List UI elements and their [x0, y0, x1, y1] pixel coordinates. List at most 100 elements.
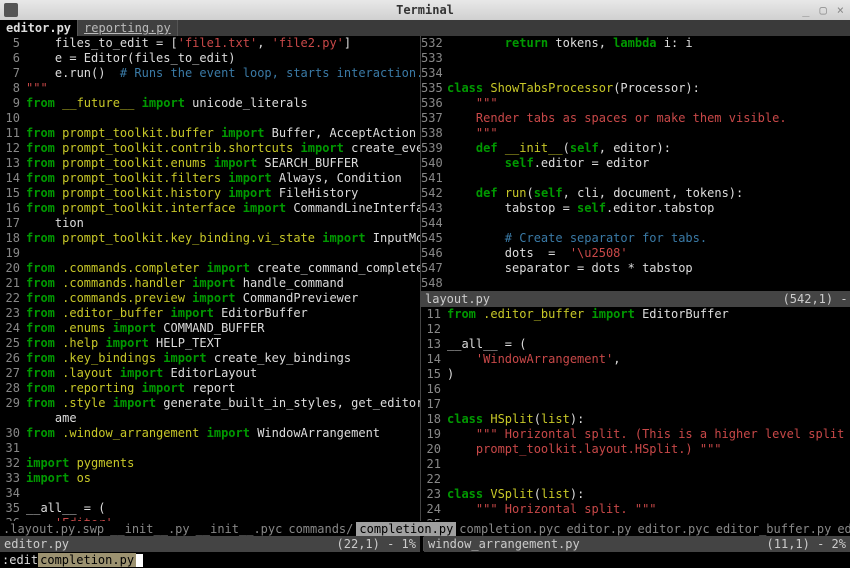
completion-item[interactable]: editor.py	[563, 522, 634, 536]
line-number: 27	[0, 366, 26, 381]
completion-item[interactable]: __init__.pyc	[193, 522, 286, 536]
code-line[interactable]: 16	[421, 382, 850, 397]
code-line[interactable]: 21	[421, 457, 850, 472]
code-line[interactable]: 14from prompt_toolkit.filters import Alw…	[0, 171, 420, 186]
code-line[interactable]: 21from .commands.handler import handle_c…	[0, 276, 420, 291]
code-line[interactable]: 12	[421, 322, 850, 337]
code-line[interactable]: 30from .window_arrangement import Window…	[0, 426, 420, 441]
code-line[interactable]: 15)	[421, 367, 850, 382]
code-line[interactable]: 16from prompt_toolkit.interface import C…	[0, 201, 420, 216]
app-icon	[4, 3, 18, 17]
code-line[interactable]: 32import pygments	[0, 456, 420, 471]
file-tab[interactable]: reporting.py	[78, 20, 178, 36]
file-tab-bar: editor.pyreporting.py	[0, 20, 850, 36]
code-line[interactable]: 19	[0, 246, 420, 261]
line-number: 8	[0, 81, 26, 96]
code-line[interactable]: 535class ShowTabsProcessor(Processor):	[421, 81, 850, 96]
code-line[interactable]: 536 """	[421, 96, 850, 111]
code-line[interactable]: 29from .style import generate_built_in_s…	[0, 396, 420, 411]
code-line[interactable]: 24from .enums import COMMAND_BUFFER	[0, 321, 420, 336]
code-line[interactable]: 541	[421, 171, 850, 186]
code-line[interactable]: 545 # Create separator for tabs.	[421, 231, 850, 246]
code-line[interactable]: 540 self.editor = editor	[421, 156, 850, 171]
line-number: 6	[0, 51, 26, 66]
code-line[interactable]: 548	[421, 276, 850, 291]
completion-item[interactable]: editor_buffer.py	[713, 522, 835, 536]
code-line[interactable]: 8"""	[0, 81, 420, 96]
code-line[interactable]: 12from prompt_toolkit.contrib.shortcuts …	[0, 141, 420, 156]
code-line[interactable]: 532 return tokens, lambda i: i	[421, 36, 850, 51]
line-number: 24	[0, 321, 26, 336]
code-line[interactable]: 544	[421, 216, 850, 231]
code-line[interactable]: 18class HSplit(list):	[421, 412, 850, 427]
completion-popup[interactable]: .layout.py.swp__init__.py__init__.pyccom…	[0, 521, 850, 536]
code-line[interactable]: 13__all__ = (	[421, 337, 850, 352]
code-line[interactable]: 9from __future__ import unicode_literals	[0, 96, 420, 111]
code-line[interactable]: 543 tabstop = self.editor.tabstop	[421, 201, 850, 216]
code-line[interactable]: 22	[421, 472, 850, 487]
line-number: 12	[421, 322, 447, 337]
close-icon[interactable]: ×	[837, 3, 844, 17]
line-number: 18	[0, 231, 26, 246]
code-line[interactable]: 27from .layout import EditorLayout	[0, 366, 420, 381]
code-line[interactable]: 18from prompt_toolkit.key_binding.vi_sta…	[0, 231, 420, 246]
code-area-right-bottom[interactable]: 11from .editor_buffer import EditorBuffe…	[421, 307, 850, 521]
window-title: Terminal	[396, 3, 454, 17]
code-line[interactable]: 22from .commands.preview import CommandP…	[0, 291, 420, 306]
code-line[interactable]: 25from .help import HELP_TEXT	[0, 336, 420, 351]
code-line[interactable]: 11from .editor_buffer import EditorBuffe…	[421, 307, 850, 322]
line-number: 23	[0, 306, 26, 321]
completion-item[interactable]: completion.pyc	[456, 522, 563, 536]
code-area-left[interactable]: 5 files_to_edit = ['file1.txt', 'file2.p…	[0, 36, 420, 521]
code-line[interactable]: 26from .key_bindings import create_key_b…	[0, 351, 420, 366]
code-line[interactable]: 7 e.run() # Runs the event loop, starts …	[0, 66, 420, 81]
code-line[interactable]: 19 """ Horizontal split. (This is a high…	[421, 427, 850, 442]
code-line[interactable]: 546 dots = '\u2508'	[421, 246, 850, 261]
code-line[interactable]: 17	[421, 397, 850, 412]
code-line[interactable]: 5 files_to_edit = ['file1.txt', 'file2.p…	[0, 36, 420, 51]
code-line[interactable]: 534	[421, 66, 850, 81]
code-line[interactable]: 533	[421, 51, 850, 66]
code-line[interactable]: 14 'WindowArrangement',	[421, 352, 850, 367]
right-pane: 532 return tokens, lambda i: i533534535c…	[420, 36, 850, 521]
code-line[interactable]: 537 Render tabs as spaces or make them v…	[421, 111, 850, 126]
code-line[interactable]: 20 prompt_toolkit.layout.HSplit.) """	[421, 442, 850, 457]
code-line[interactable]: 33import os	[0, 471, 420, 486]
command-line[interactable]: :edit completion.py	[0, 552, 850, 568]
code-line[interactable]: 35__all__ = (	[0, 501, 420, 516]
code-line[interactable]: 23from .editor_buffer import EditorBuffe…	[0, 306, 420, 321]
maximize-icon[interactable]: ▢	[820, 3, 827, 17]
completion-item[interactable]: __init__.py	[107, 522, 192, 536]
code-line[interactable]: 20from .commands.completer import create…	[0, 261, 420, 276]
titlebar[interactable]: Terminal _ ▢ ×	[0, 0, 850, 20]
code-line[interactable]: 10	[0, 111, 420, 126]
code-line[interactable]: 547 separator = dots * tabstop	[421, 261, 850, 276]
code-line[interactable]: 13from prompt_toolkit.enums import SEARC…	[0, 156, 420, 171]
code-line[interactable]: 31	[0, 441, 420, 456]
code-line[interactable]: 11from prompt_toolkit.buffer import Buff…	[0, 126, 420, 141]
line-number: 26	[0, 351, 26, 366]
code-line[interactable]: 34	[0, 486, 420, 501]
completion-item[interactable]: completion.py	[356, 522, 456, 536]
code-line[interactable]: 15from prompt_toolkit.history import Fil…	[0, 186, 420, 201]
code-area-right-top[interactable]: 532 return tokens, lambda i: i533534535c…	[421, 36, 850, 291]
completion-item[interactable]: editor_buffer.pyc	[834, 522, 850, 536]
file-tab[interactable]: editor.py	[0, 20, 78, 36]
minimize-icon[interactable]: _	[802, 3, 809, 17]
code-line[interactable]: 6 e = Editor(files_to_edit)	[0, 51, 420, 66]
line-number: 540	[421, 156, 447, 171]
line-number: 22	[421, 472, 447, 487]
code-line[interactable]: 538 """	[421, 126, 850, 141]
code-line[interactable]: 17 tion	[0, 216, 420, 231]
completion-item[interactable]: editor.pyc	[634, 522, 712, 536]
code-line[interactable]: 23class VSplit(list):	[421, 487, 850, 502]
code-line[interactable]: 542 def run(self, cli, document, tokens)…	[421, 186, 850, 201]
line-number: 13	[421, 337, 447, 352]
code-line[interactable]: 539 def __init__(self, editor):	[421, 141, 850, 156]
code-line[interactable]: 28from .reporting import report	[0, 381, 420, 396]
code-line[interactable]: ame	[0, 411, 420, 426]
completion-item[interactable]: commands/	[285, 522, 356, 536]
completion-item[interactable]: .layout.py.swp	[0, 522, 107, 536]
code-line[interactable]: 24 """ Horizontal split. """	[421, 502, 850, 517]
statusline-left: editor.py (22,1) - 1%	[0, 536, 420, 552]
